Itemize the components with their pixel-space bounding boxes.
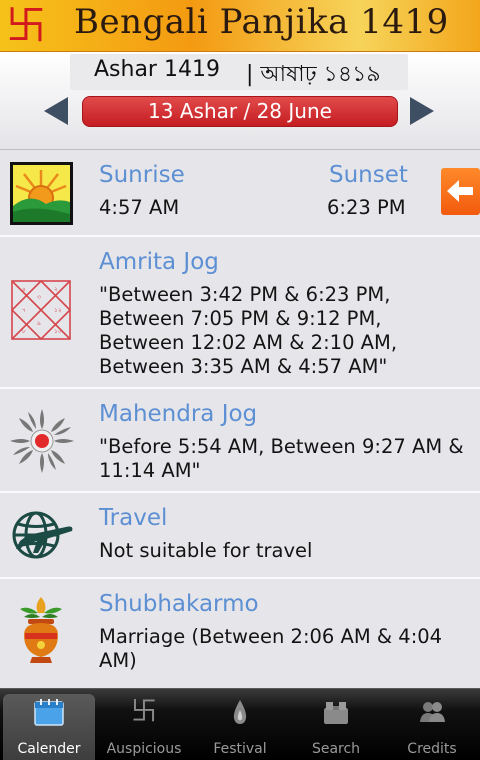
app-title: Bengali Panjika 1419 — [74, 2, 449, 42]
month-english: Ashar 1419 — [94, 57, 220, 82]
mahendra-jog-value: "Before 5:54 AM, Between 9:27 AM & 11:14… — [99, 435, 464, 482]
bottom-tab-bar: Calender 卐 Auspicious Festival Search Cr… — [0, 688, 480, 760]
sunrise-label: Sunrise — [99, 162, 185, 188]
search-icon — [324, 702, 348, 724]
previous-arrow-icon[interactable] — [44, 97, 68, 125]
svg-text:২: ২ — [54, 286, 58, 293]
horoscope-chart-icon: ৩ ৪ ২ ৭ ১২ ৯ ৮ ১০ — [10, 279, 72, 341]
sunset-label: Sunset — [329, 162, 408, 188]
month-box: Ashar 1419 | আষাঢ় ১৪১৯ — [70, 54, 408, 90]
list-item-shubhakarmo: Shubhakarmo Marriage (Between 2:06 AM & … — [0, 579, 480, 688]
svg-text:১২: ১২ — [54, 307, 62, 314]
swastika-icon: 卐 — [6, 3, 46, 49]
tab-calender-label: Calender — [17, 741, 81, 757]
month-bengali: | আষাঢ় ১৪১৯ — [246, 62, 381, 87]
tab-festival[interactable]: Festival — [194, 694, 286, 760]
globe-plane-icon — [12, 511, 73, 559]
kalash-icon — [20, 597, 62, 663]
tab-search-label: Search — [311, 741, 361, 757]
svg-text:৭: ৭ — [22, 307, 26, 314]
tab-credits[interactable]: Credits — [386, 694, 478, 760]
people-icon — [420, 702, 445, 722]
sunrise-time: 4:57 AM — [99, 196, 180, 219]
mahendra-jog-label: Mahendra Jog — [99, 401, 258, 427]
svg-text:১০: ১০ — [54, 328, 62, 335]
shubhakarmo-value: Marriage (Between 2:06 AM & 4:04 AM) — [99, 625, 443, 672]
sun-rays-icon — [10, 409, 74, 473]
panjika-list: Sunrise 4:57 AM Sunset 6:23 PM ৩ ৪ ২ ৭ ১২ ৯ … — [0, 150, 480, 688]
list-item-sun: Sunrise 4:57 AM Sunset 6:23 PM — [0, 150, 480, 237]
tab-calender[interactable]: Calender — [3, 694, 95, 760]
amrita-jog-value: "Between 3:42 PM & 6:23 PM, Between 7:05… — [99, 283, 398, 378]
tab-search[interactable]: Search — [290, 694, 382, 760]
shubhakarmo-label: Shubhakarmo — [99, 591, 259, 617]
tab-festival-label: Festival — [213, 741, 267, 757]
list-item-amrita-jog: ৩ ৪ ২ ৭ ১২ ৯ ৮ ১০ Amrita Jog "Between 3:42 PM… — [0, 237, 480, 389]
svg-text:৯: ৯ — [37, 320, 41, 327]
swastika-icon: 卐 — [130, 697, 157, 727]
travel-value: Not suitable for travel — [99, 539, 313, 562]
tab-auspicious-label: Auspicious — [106, 741, 182, 757]
travel-label: Travel — [99, 505, 168, 531]
lamp-icon — [233, 700, 247, 724]
next-arrow-icon[interactable] — [410, 97, 434, 125]
tab-auspicious[interactable]: 卐 Auspicious — [98, 694, 190, 760]
list-item-travel: Travel Not suitable for travel — [0, 493, 480, 579]
svg-text:৪: ৪ — [22, 286, 26, 293]
current-date: 13 Ashar / 28 June — [82, 96, 398, 127]
back-arrow-button[interactable] — [441, 168, 480, 215]
tab-credits-label: Credits — [407, 741, 457, 757]
sunrise-icon — [10, 162, 73, 225]
sunset-time: 6:23 PM — [327, 196, 406, 219]
back-arrow-icon — [447, 180, 473, 202]
svg-text:৩: ৩ — [37, 294, 41, 301]
list-item-mahendra-jog: Mahendra Jog "Before 5:54 AM, Between 9:… — [0, 389, 480, 493]
date-header: Ashar 1419 | আষাঢ় ১৪১৯ 13 Ashar / 28 Ju… — [0, 52, 480, 150]
calendar-icon — [34, 699, 64, 726]
app-banner: 卐 Bengali Panjika 1419 — [0, 0, 480, 52]
amrita-jog-label: Amrita Jog — [99, 249, 219, 275]
svg-text:৮: ৮ — [22, 328, 26, 335]
